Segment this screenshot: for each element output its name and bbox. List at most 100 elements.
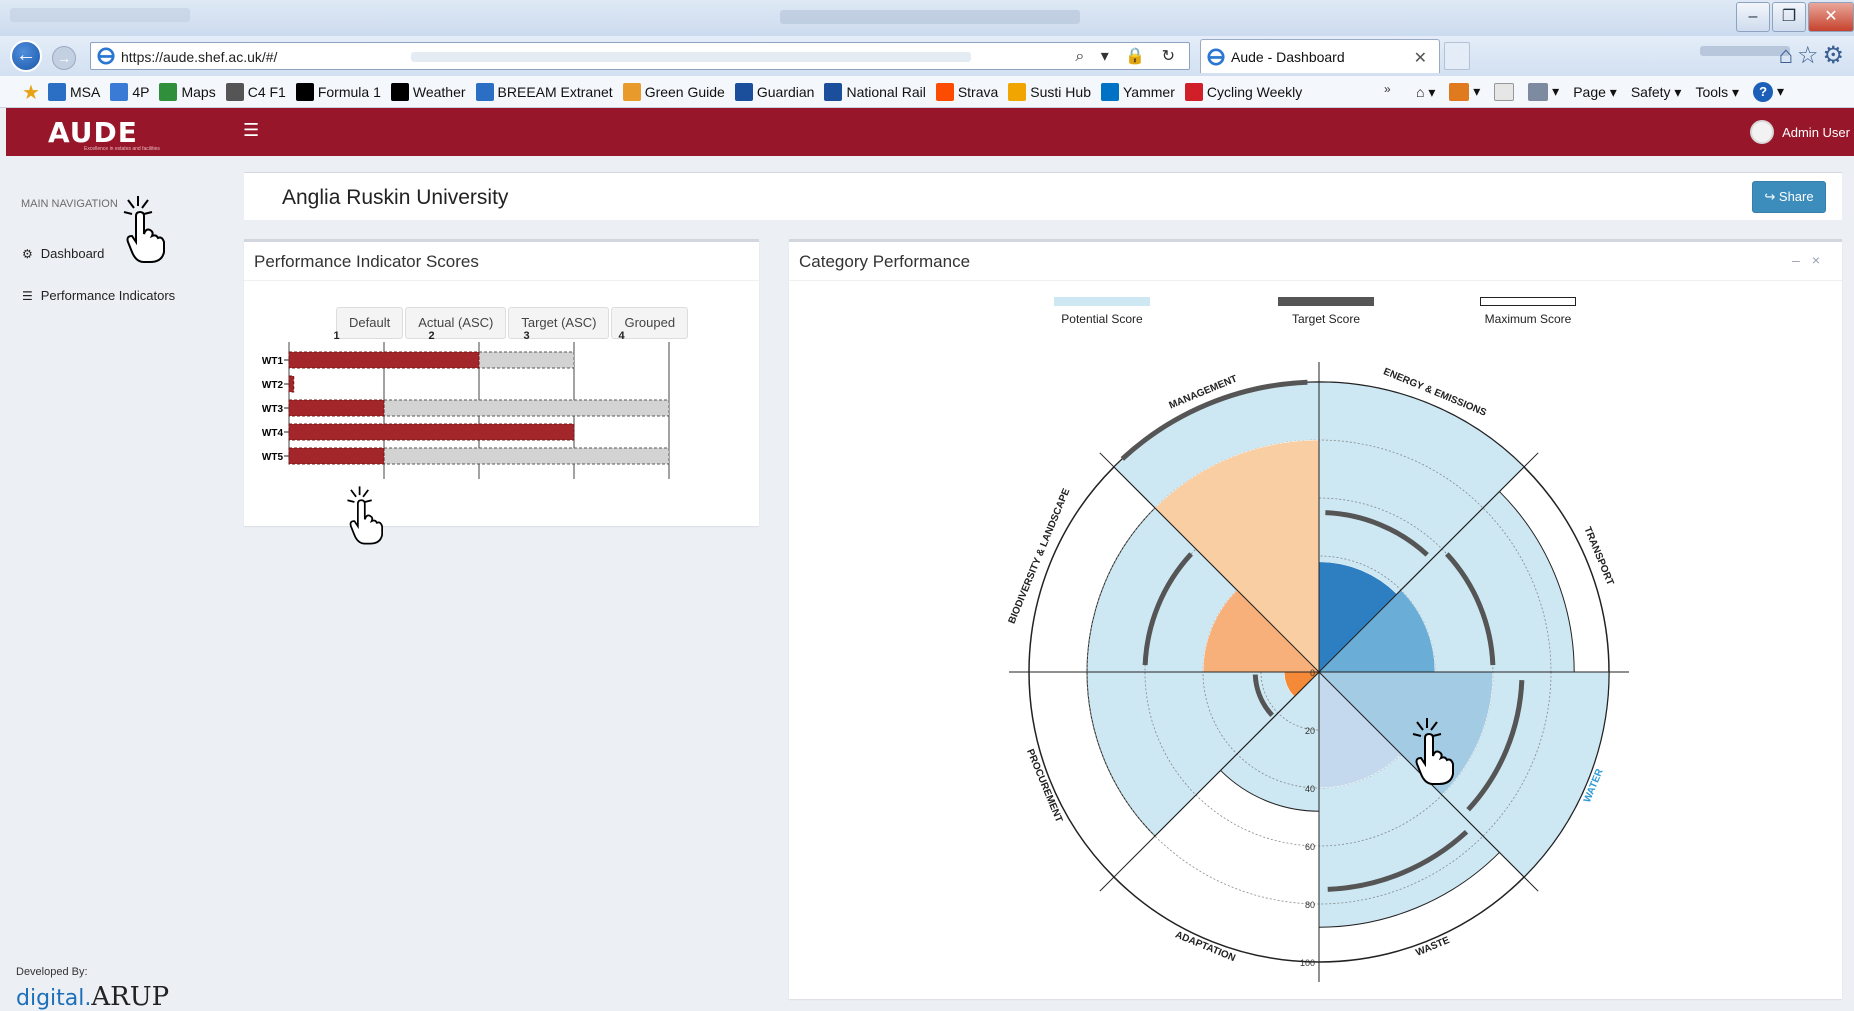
favorite-link[interactable]: C4 F1 [225,83,286,101]
favorite-label: 4P [132,84,150,100]
y-tick-label: WT2 [262,380,284,391]
hand-cursor-icon [123,196,165,263]
favorite-link[interactable]: MSA [48,83,100,101]
favorite-link[interactable]: Cycling Weekly [1184,83,1303,101]
favorite-label: National Rail [846,84,926,100]
favorite-link[interactable]: Weather [390,83,466,101]
favorite-icon [110,83,129,101]
sidebar-item-dashboard[interactable]: ⚙ Dashboard [22,246,104,261]
favorite-label: MSA [70,84,101,100]
forward-button[interactable]: → [52,46,76,70]
favorite-label: C4 F1 [247,84,286,100]
y-tick-label: WT4 [262,428,284,439]
x-tick-label: 3 [523,330,529,342]
y-tick-label: WT5 [262,452,284,463]
favorite-icon [734,83,753,101]
avatar [1750,120,1775,144]
window-title [780,10,1080,24]
more-favorites-icon[interactable]: » [1384,82,1391,96]
user-menu[interactable]: Admin User [1750,120,1850,144]
window-titlebar: – ❐ ✕ [0,0,1854,40]
favorite-link[interactable]: Formula 1 [295,83,381,101]
page-title: Anglia Ruskin University [282,186,509,209]
tools-menu[interactable]: Tools ▾ [1695,84,1739,101]
x-tick-label: 2 [428,330,434,342]
close-tab-icon[interactable]: ✕ [1414,48,1427,68]
favorite-label: Maps [181,84,216,100]
x-tick-label: 4 [618,330,625,342]
hamburger-icon[interactable]: ☰ [243,120,259,141]
favorite-label: Formula 1 [317,84,381,100]
favorite-label: Cycling Weekly [1206,84,1303,100]
restore-button[interactable]: ❐ [1772,2,1806,32]
favorite-link[interactable]: BREEAM Extranet [475,83,613,101]
user-name: Admin User [1782,124,1850,140]
page-menu[interactable]: Page ▾ [1573,84,1617,101]
blurred-user [1700,46,1790,56]
ie-icon [97,47,115,65]
favorite-icon [48,83,66,101]
share-button[interactable]: ↪ Share [1752,181,1826,213]
actual-bar [288,399,385,417]
radial-tick-label: 0 [1310,668,1315,678]
favorite-link[interactable]: Green Guide [622,83,725,101]
help-icon[interactable]: ? ▾ [1753,82,1784,102]
dashboard-icon: ⚙ [22,246,33,261]
minimize-button[interactable]: – [1736,2,1770,32]
home-icon[interactable]: ⌂ ▾ [1416,84,1435,101]
mail-icon[interactable] [1494,83,1515,102]
favorite-label: Strava [957,84,999,100]
navigation-bar: ← → https://aude.shef.ac.uk/#/ ⌕ ▾ 🔒 ↻ A… [0,36,1854,76]
sort-button-group: Default Actual (ASC) Target (ASC) Groupe… [336,307,689,339]
favorite-icon [824,83,843,101]
sort-default-button[interactable]: Default [336,307,404,339]
favorite-label: Yammer [1123,84,1175,100]
radial-tick-label: 60 [1305,842,1315,852]
pi-scores-box: Performance Indicator Scores Default Act… [244,239,759,545]
browser-tab[interactable]: Aude - Dashboard ✕ [1200,39,1440,73]
address-bar[interactable]: https://aude.shef.ac.uk/#/ ⌕ ▾ 🔒 ↻ [90,42,1190,70]
favorite-link[interactable]: Guardian [734,83,815,101]
actual-bar [288,423,575,441]
home-favorites-settings-icons[interactable]: ⌂☆⚙ [1778,41,1848,70]
tab-ie-icon [1207,48,1225,66]
quick-access-toolbar [10,8,190,22]
favorites-bar: ★ MSA 4P Maps C4 F1 Formula 1 Weather BREEAM E… [0,76,1854,108]
target-bar [383,447,670,465]
arup-logo: digital.ARUP [16,982,170,1011]
sidebar-item-performance-indicators[interactable]: ☰ Performance Indicators [22,288,175,303]
favorite-link[interactable]: 4P [110,83,149,101]
new-tab-button[interactable] [1444,42,1470,70]
favorite-icon [475,83,494,101]
sidebar-item-label: Performance Indicators [40,288,176,303]
favorite-link[interactable]: National Rail [824,83,926,101]
print-icon[interactable]: ▾ [1528,83,1559,102]
favorite-label: BREEAM Extranet [497,84,613,100]
favorites-star-icon[interactable]: ★ [22,80,40,105]
command-bar: ⌂ ▾ ▾ ▾ Page ▾ Safety ▾ Tools ▾ ? ▾ [1416,76,1784,108]
app-header: AUDE Excellence in estates and facilitie… [6,108,1854,156]
hand-cursor-icon [347,486,383,545]
favorite-link[interactable]: Susti Hub [1008,83,1091,101]
radial-tick-label: 80 [1305,900,1315,910]
x-tick-label: 1 [333,330,339,342]
feeds-icon[interactable]: ▾ [1449,83,1480,102]
list-icon: ☰ [22,288,33,303]
safety-menu[interactable]: Safety ▾ [1631,84,1682,101]
aude-logo[interactable]: AUDE [48,116,138,149]
address-tools[interactable]: ⌕ ▾ 🔒 ↻ [1075,46,1181,66]
category-performance-box: Category Performance –× Potential Score … [789,239,1842,999]
favorite-link[interactable]: Strava [935,83,999,101]
favorite-link[interactable]: Yammer [1101,83,1175,101]
back-button[interactable]: ← [10,40,42,72]
actual-bar [288,351,480,369]
favorite-label: Green Guide [644,84,725,100]
close-window-button[interactable]: ✕ [1808,2,1854,32]
box-separator [244,280,759,281]
logo-tagline: Excellence in estates and facilities [84,146,160,152]
favorite-icon [1101,83,1119,101]
favorite-link[interactable]: Maps [159,83,216,101]
favorite-icon [1008,83,1027,101]
favorite-label: Guardian [756,84,815,100]
sort-actual-asc-button[interactable]: Actual (ASC) [405,307,507,339]
